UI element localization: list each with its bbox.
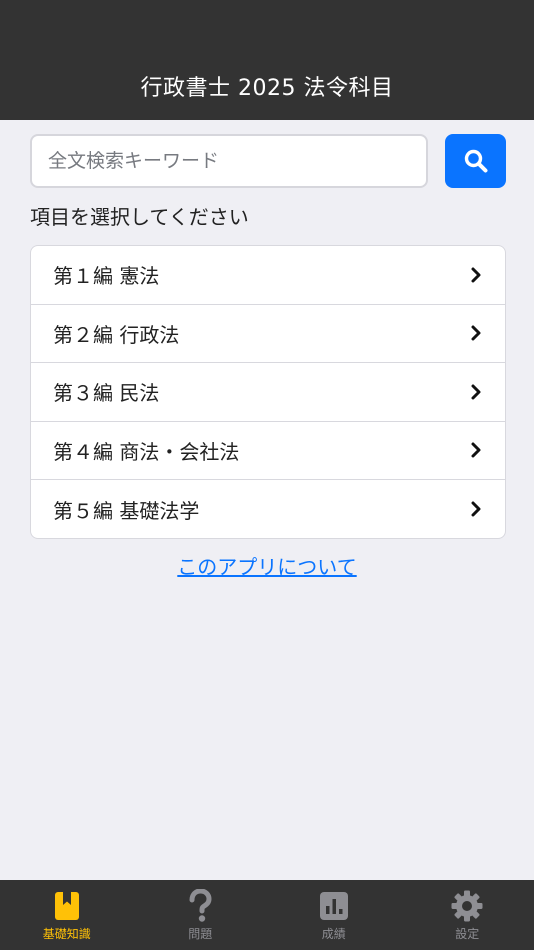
chevron-right-icon [471, 325, 481, 341]
list-item-chapter-3[interactable]: 第３編 民法 [31, 363, 505, 422]
tab-label: 問題 [188, 927, 213, 941]
navigation-header: 行政書士 2025 法令科目 [0, 0, 534, 120]
tab-label: 成績 [321, 927, 346, 941]
list-item-chapter-2[interactable]: 第２編 行政法 [31, 305, 505, 363]
search-button[interactable] [445, 134, 506, 188]
chapter-list: 第１編 憲法 第２編 行政法 第３編 民法 第４編 商法・会社法 第５編 基礎法… [30, 245, 506, 539]
search-input[interactable] [30, 134, 428, 188]
tab-label: 設定 [455, 927, 480, 941]
chevron-right-icon [471, 384, 481, 400]
list-item-label: 第２編 行政法 [53, 322, 180, 347]
page-title: 行政書士 2025 法令科目 [140, 76, 394, 101]
about-app-link[interactable]: このアプリについて [0, 551, 534, 583]
list-item-chapter-4[interactable]: 第４編 商法・会社法 [31, 422, 505, 480]
section-label: 項目を選択してください [30, 205, 249, 229]
tab-questions[interactable]: 問題 [134, 880, 268, 950]
bookmark-book-icon [50, 889, 84, 923]
tab-settings[interactable]: 設定 [401, 880, 534, 950]
chevron-right-icon [471, 501, 481, 517]
tab-label: 基礎知識 [42, 927, 91, 941]
list-item-label: 第１編 憲法 [53, 264, 160, 289]
gear-icon [450, 889, 484, 923]
tab-basic-knowledge[interactable]: 基礎知識 [0, 880, 134, 950]
question-mark-icon [183, 889, 217, 923]
list-item-chapter-1[interactable]: 第１編 憲法 [31, 246, 505, 305]
list-item-label: 第４編 商法・会社法 [53, 439, 240, 464]
chevron-right-icon [471, 442, 481, 458]
search-icon [464, 149, 487, 173]
chevron-right-icon [471, 267, 481, 283]
bar-chart-icon [317, 889, 351, 923]
list-item-label: 第５編 基礎法学 [53, 498, 200, 523]
list-item-chapter-5[interactable]: 第５編 基礎法学 [31, 480, 505, 538]
tab-results[interactable]: 成績 [267, 880, 401, 950]
bottom-tab-bar: 基礎知識 問題 成績 設定 [0, 880, 534, 950]
list-item-label: 第３編 民法 [53, 381, 160, 406]
search-bar [30, 134, 506, 188]
